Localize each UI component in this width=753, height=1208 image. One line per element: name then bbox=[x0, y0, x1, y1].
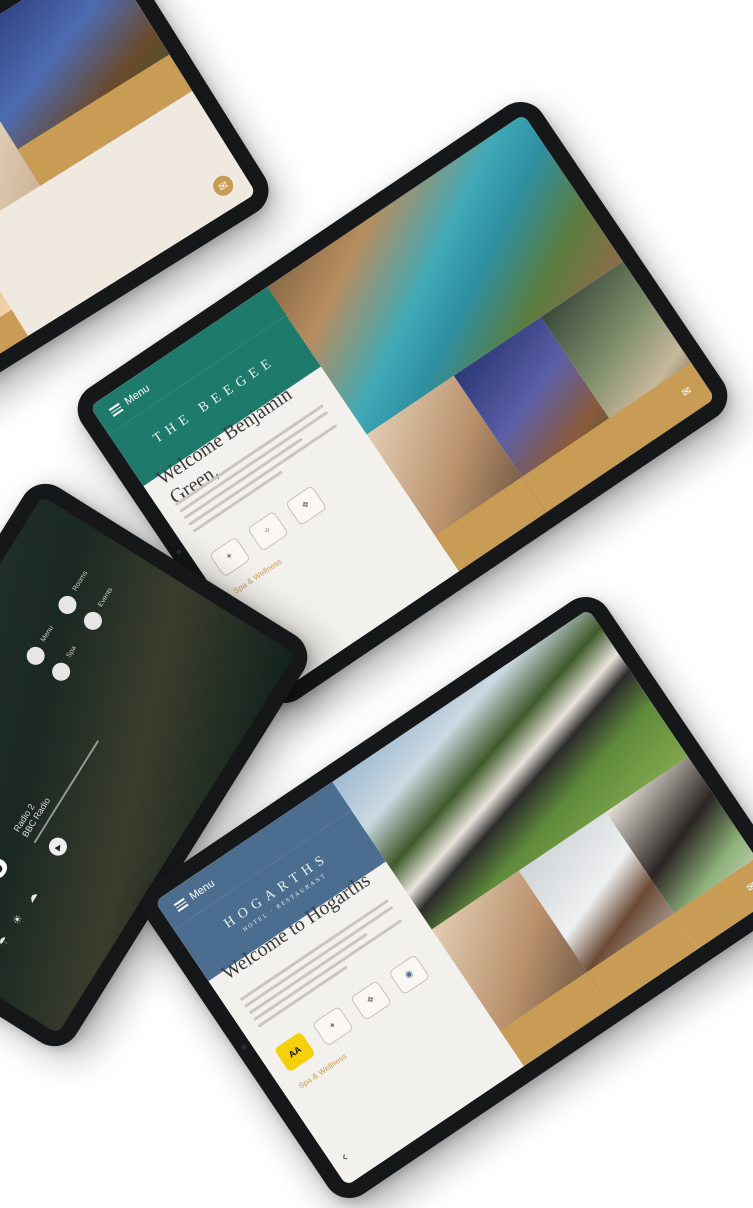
weather-icon: ☂ bbox=[0, 934, 13, 950]
app-icon[interactable] bbox=[48, 659, 74, 685]
menu-label: Menu bbox=[187, 877, 218, 903]
app-icon[interactable] bbox=[80, 608, 106, 634]
app-icon[interactable] bbox=[55, 592, 80, 618]
weather-icon: ☀ bbox=[10, 912, 26, 928]
app-label: Events bbox=[97, 586, 115, 609]
hamburger-icon bbox=[173, 897, 189, 912]
app-label: Rooms bbox=[71, 569, 90, 593]
menu-label: Menu bbox=[122, 382, 153, 408]
pool-tile[interactable] bbox=[0, 0, 193, 186]
app-icon[interactable] bbox=[23, 643, 49, 669]
app-label: Spa bbox=[65, 644, 78, 660]
weather-row: ☁ ☂ ☀ ☁ bbox=[0, 889, 40, 972]
food-tile[interactable] bbox=[0, 233, 29, 431]
play-icon[interactable]: ▶ bbox=[45, 834, 71, 860]
media-subtitle: BBC Radio bbox=[20, 795, 53, 839]
camera-icon bbox=[175, 548, 183, 556]
app-label: Menu bbox=[39, 624, 56, 644]
chat-icon[interactable]: ✉ bbox=[209, 172, 237, 200]
camera-icon bbox=[240, 1043, 248, 1051]
weather-icon: ☁ bbox=[24, 889, 41, 906]
media-player: Radio 2 BBC Radio bbox=[12, 727, 99, 844]
hamburger-icon bbox=[108, 402, 124, 417]
